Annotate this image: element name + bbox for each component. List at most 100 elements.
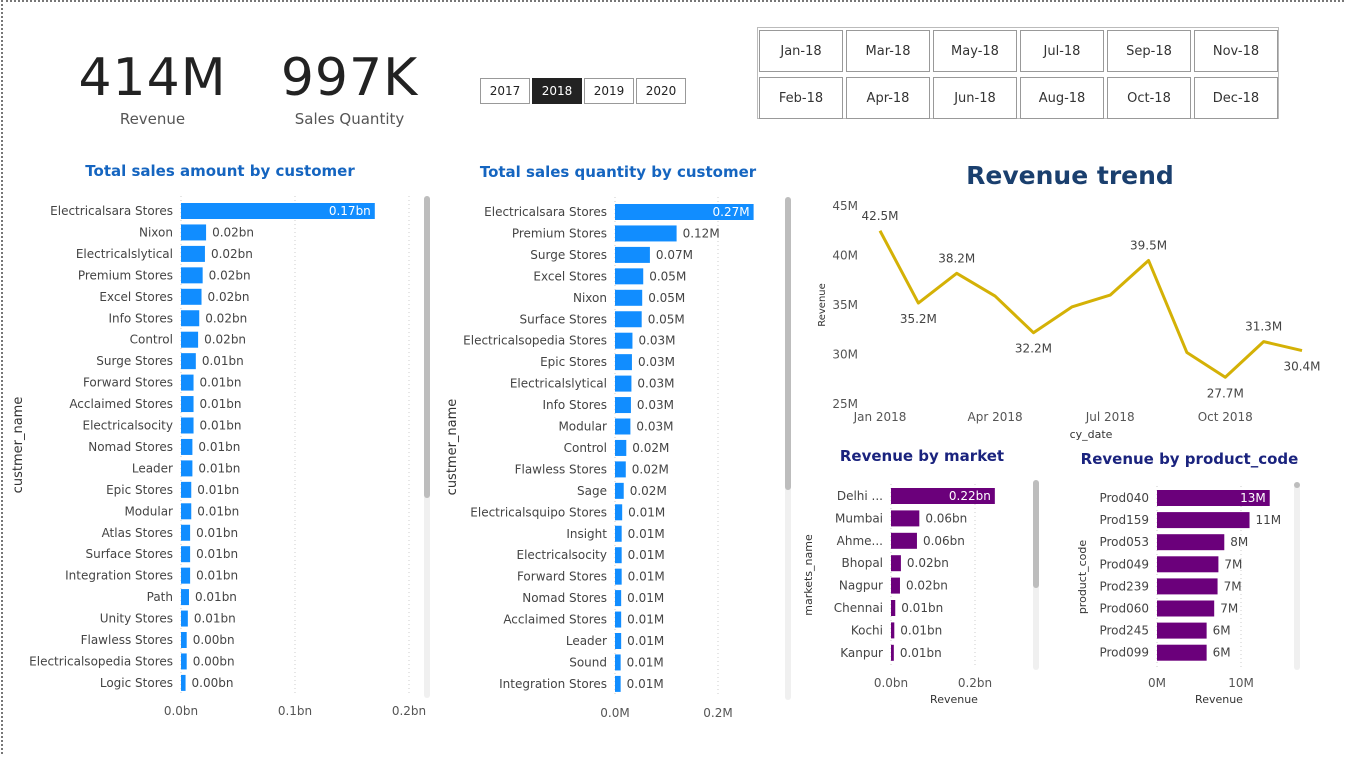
revenue-trend-y-tick-label: 40M bbox=[832, 249, 858, 263]
sales-amount-bar[interactable] bbox=[181, 653, 187, 670]
sales-amount-category-label: Integration Stores bbox=[65, 569, 173, 583]
revenue-trend-x-tick-label: Jul 2018 bbox=[1085, 410, 1135, 424]
sales-amount-bar[interactable] bbox=[181, 610, 188, 627]
product-group: 0M 10M product_code Revenue Prod040 13M Prod15… bbox=[1076, 482, 1300, 706]
sales-amount-category-label: Path bbox=[147, 590, 173, 604]
sales-quantity-bar[interactable] bbox=[615, 525, 622, 542]
sales-quantity-bar[interactable] bbox=[615, 675, 621, 692]
sales-amount-data-label: 0.02bn bbox=[209, 268, 251, 282]
sales-amount-data-label: 0.01bn bbox=[198, 440, 240, 454]
market-bar[interactable] bbox=[891, 644, 894, 661]
sales-amount-category-label: Info Stores bbox=[109, 311, 174, 325]
product-bar[interactable] bbox=[1157, 622, 1207, 639]
sales-amount-bar[interactable] bbox=[181, 245, 205, 262]
sales-quantity-bar[interactable] bbox=[615, 547, 622, 564]
product-bar[interactable] bbox=[1157, 534, 1225, 551]
sales-quantity-bar[interactable] bbox=[615, 590, 622, 607]
sales-amount-bar[interactable] bbox=[181, 417, 194, 434]
product-scrollbar-thumb[interactable] bbox=[1294, 482, 1300, 488]
product-scrollbar-track[interactable] bbox=[1294, 482, 1300, 670]
sales-amount-scrollbar-thumb[interactable] bbox=[424, 196, 430, 498]
sales-quantity-category-label: Forward Stores bbox=[517, 570, 607, 584]
market-scrollbar-thumb[interactable] bbox=[1033, 480, 1039, 588]
sales-quantity-bar[interactable] bbox=[615, 482, 624, 499]
sales-quantity-bar[interactable] bbox=[615, 633, 622, 649]
sales-quantity-bar[interactable] bbox=[615, 461, 626, 478]
sales-quantity-bar[interactable] bbox=[615, 311, 642, 328]
market-bar[interactable] bbox=[891, 510, 920, 527]
sales-amount-data-label: 0.02bn bbox=[205, 311, 247, 325]
sales-amount-bar[interactable] bbox=[181, 310, 200, 327]
sales-amount-bar[interactable] bbox=[181, 267, 203, 284]
sales-quantity-bar[interactable] bbox=[615, 246, 650, 263]
sales-quantity-data-label: 0.03M bbox=[637, 398, 674, 412]
product-bar[interactable] bbox=[1157, 600, 1215, 617]
sales-quantity-bar[interactable] bbox=[615, 504, 623, 521]
sales-amount-bar[interactable] bbox=[181, 632, 187, 648]
sales-amount-bar[interactable] bbox=[181, 374, 194, 391]
market-data-label: 0.01bn bbox=[901, 601, 943, 615]
market-data-label: 0.01bn bbox=[900, 646, 942, 660]
market-data-label: 0.01bn bbox=[900, 623, 942, 637]
sales-amount-data-label: 0.01bn bbox=[196, 569, 238, 583]
sales-amount-bar[interactable] bbox=[181, 674, 186, 691]
sales-quantity-data-label: 0.05M bbox=[648, 312, 685, 326]
market-bar[interactable] bbox=[891, 555, 901, 572]
sales-amount-bar[interactable] bbox=[181, 524, 191, 541]
market-bar[interactable] bbox=[891, 622, 895, 639]
sales-quantity-data-label: 0.12M bbox=[683, 226, 720, 240]
product-x-tick-label: 10M bbox=[1228, 676, 1254, 690]
sales-amount-bar[interactable] bbox=[181, 589, 189, 606]
sales-amount-bar[interactable] bbox=[181, 567, 191, 584]
sales-amount-data-label: 0.17bn bbox=[329, 204, 371, 218]
sales-amount-bar[interactable] bbox=[181, 288, 202, 305]
sales-quantity-bar[interactable] bbox=[615, 397, 631, 414]
sales-amount-bar[interactable] bbox=[181, 353, 196, 370]
product-bar[interactable] bbox=[1157, 512, 1250, 529]
sales-quantity-scrollbar-thumb[interactable] bbox=[785, 197, 791, 490]
sales-quantity-bar[interactable] bbox=[615, 611, 622, 628]
product-bar[interactable] bbox=[1157, 556, 1219, 573]
product-category-label: Prod245 bbox=[1099, 624, 1149, 638]
sales-amount-bar[interactable] bbox=[181, 331, 199, 348]
market-y-axis-title: markets_name bbox=[802, 534, 815, 616]
sales-amount-bar[interactable] bbox=[181, 396, 194, 413]
market-bar[interactable] bbox=[891, 532, 917, 549]
sales-quantity-bar[interactable] bbox=[615, 225, 677, 242]
sales-amount-bar-chart: 0.0bn 0.1bn 0.2bn custmer_name Electricalsar… bbox=[11, 196, 1321, 720]
sales-amount-bar[interactable] bbox=[181, 546, 191, 563]
product-data-label: 7M bbox=[1224, 579, 1242, 593]
sales-quantity-bar[interactable] bbox=[615, 654, 621, 671]
sales-amount-x-tick-label: 0.1bn bbox=[278, 704, 312, 718]
sales-quantity-bar[interactable] bbox=[615, 289, 643, 306]
sales-quantity-bar[interactable] bbox=[615, 439, 627, 456]
sales-amount-group: 0.0bn 0.1bn 0.2bn custmer_name Electricalsar… bbox=[11, 196, 430, 718]
product-bar[interactable] bbox=[1157, 644, 1207, 661]
sales-quantity-bar[interactable] bbox=[615, 568, 622, 585]
sales-quantity-bar[interactable] bbox=[615, 418, 631, 435]
sales-quantity-data-label: 0.03M bbox=[638, 334, 675, 348]
sales-quantity-data-label: 0.05M bbox=[649, 269, 686, 283]
sales-quantity-category-label: Acclaimed Stores bbox=[503, 613, 607, 627]
sales-amount-bar[interactable] bbox=[181, 224, 207, 241]
sales-quantity-bar[interactable] bbox=[615, 332, 633, 349]
revenue-trend-point-label: 38.2M bbox=[938, 251, 975, 265]
sales-amount-bar[interactable] bbox=[181, 438, 193, 455]
market-bar[interactable] bbox=[891, 600, 896, 616]
sales-quantity-bar[interactable] bbox=[615, 375, 632, 392]
market-bar[interactable] bbox=[891, 577, 900, 594]
sales-amount-data-label: 0.01bn bbox=[196, 526, 238, 540]
sales-quantity-data-label: 0.01M bbox=[627, 655, 664, 669]
sales-quantity-bar[interactable] bbox=[615, 354, 632, 371]
sales-amount-data-label: 0.02bn bbox=[211, 247, 253, 261]
sales-amount-data-label: 0.00bn bbox=[192, 676, 234, 690]
sales-quantity-category-label: Info Stores bbox=[543, 398, 608, 412]
product-bar[interactable] bbox=[1157, 578, 1218, 595]
revenue-trend-point-label: 27.7M bbox=[1207, 386, 1244, 400]
revenue-trend-x-tick-label: Jan 2018 bbox=[853, 410, 907, 424]
sales-amount-bar[interactable] bbox=[181, 460, 193, 477]
sales-amount-bar[interactable] bbox=[181, 503, 192, 520]
sales-quantity-bar[interactable] bbox=[615, 268, 644, 285]
market-category-label: Bhopal bbox=[842, 556, 883, 570]
sales-amount-bar[interactable] bbox=[181, 481, 192, 498]
